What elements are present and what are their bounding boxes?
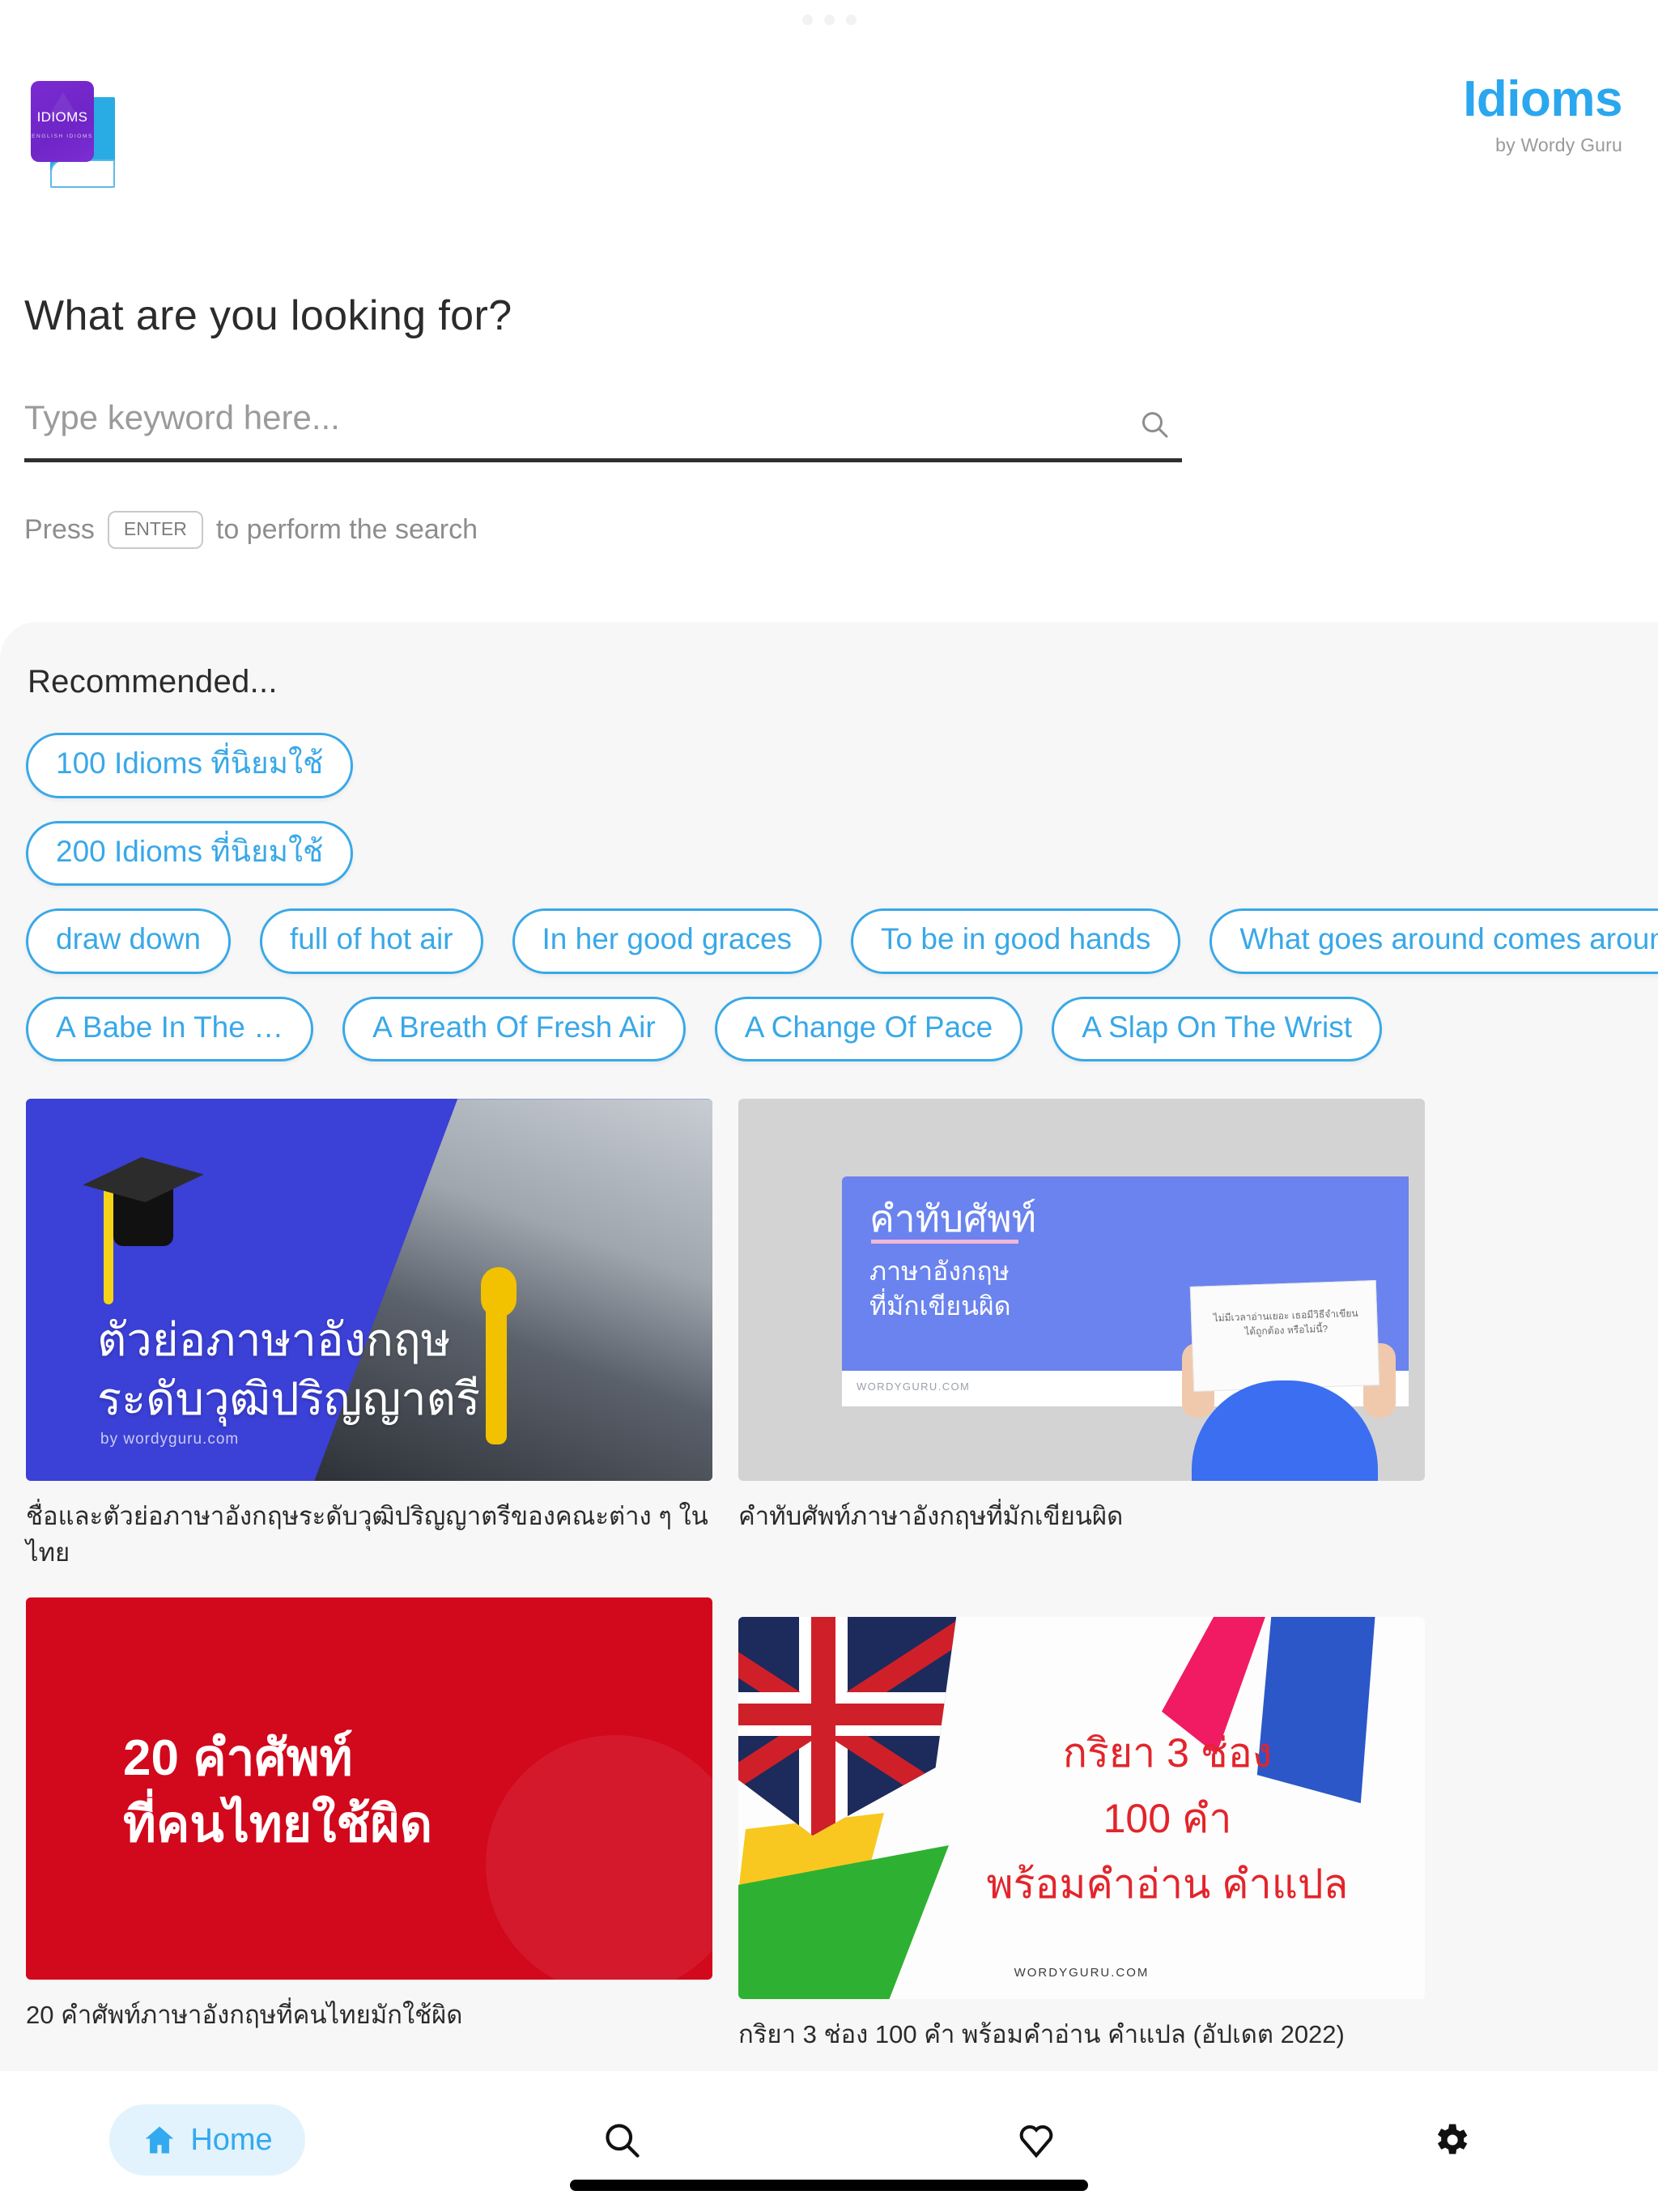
nav-item-search[interactable]	[414, 2097, 829, 2183]
recommended-chip[interactable]: draw down	[26, 908, 231, 974]
app-root: IDIOMS ENGLISH IDIOMS Idioms by Wordy Gu…	[0, 0, 1658, 2212]
article-card[interactable]: ตัวย่อภาษาอังกฤษ ระดับวุฒิปริญญาตรี by w…	[26, 1099, 712, 1572]
article-card[interactable]: กริยา 3 ช่อง 100 คำ พร้อมคำอ่าน คำแปล WO…	[738, 1617, 1425, 2053]
card-thumbnail: ตัวย่อภาษาอังกฤษ ระดับวุฒิปริญญาตรี by w…	[26, 1099, 712, 1482]
recommended-chip[interactable]: To be in good hands	[851, 908, 1181, 974]
card-caption: ชื่อและตัวย่อภาษาอังกฤษระดับวุฒิปริญญาตร…	[26, 1502, 708, 1568]
chip-row: A Babe In The … A Breath Of Fresh Air A …	[0, 996, 1658, 1062]
uk-flag-icon	[738, 1617, 957, 1836]
home-icon	[142, 2122, 177, 2158]
recommended-chip[interactable]: A Breath Of Fresh Air	[342, 996, 686, 1062]
underline-accent	[871, 1240, 1018, 1244]
chip-row: 100 Idioms ที่นิยมใช้	[0, 733, 1658, 798]
recommended-chip[interactable]: A Slap On The Wrist	[1052, 996, 1383, 1062]
nav-item-home[interactable]: Home	[0, 2097, 414, 2183]
search-heading: What are you looking for?	[24, 292, 512, 339]
bottom-navigation-bar: Home	[0, 2071, 1658, 2212]
card-thumbnail: คำทับศัพท์ ภาษาอังกฤษ ที่มักเขียนผิด WOR…	[738, 1099, 1425, 1482]
brand-subtitle: by Wordy Guru	[1495, 134, 1622, 155]
search-icon	[601, 2119, 643, 2161]
recommended-chip[interactable]: In her good graces	[512, 908, 823, 974]
recommended-chip[interactable]: A Babe In The …	[26, 996, 314, 1062]
flag-field	[738, 1617, 957, 1836]
thumbnail-watermark: by wordyguru.com	[100, 1431, 240, 1448]
held-sign-shape: ไม่มีเวลาอ่านเยอะ เธอมีวิธีจำเขียนได้ถูก…	[1189, 1280, 1380, 1393]
chip-row: draw down full of hot air In her good gr…	[0, 908, 1658, 974]
recommended-chip[interactable]: What goes around comes around	[1209, 908, 1658, 974]
recommended-chip[interactable]: 200 Idioms ที่นิยมใช้	[26, 820, 354, 887]
thumbnail-line-1: ตัวย่อภาษาอังกฤษ	[97, 1314, 451, 1366]
thumbnail-text: ตัวย่อภาษาอังกฤษ ระดับวุฒิปริญญาตรี	[97, 1311, 480, 1429]
graduation-cap-icon	[81, 1152, 206, 1208]
heart-icon	[1014, 2118, 1058, 2162]
nav-item-settings[interactable]	[1244, 2097, 1658, 2183]
card-caption: 20 คำศัพท์ภาษาอังกฤษที่คนไทยมักใช้ผิด	[26, 2001, 463, 2030]
nav-home-pill[interactable]: Home	[109, 2104, 305, 2176]
logo-title: IDIOMS	[36, 108, 88, 125]
search-icon[interactable]	[1138, 408, 1171, 440]
recommended-chip[interactable]: full of hot air	[259, 908, 483, 974]
flag-cross-vertical	[811, 1617, 835, 1836]
logo-card-shape: IDIOMS ENGLISH IDIOMS	[31, 81, 94, 162]
app-logo[interactable]: IDIOMS ENGLISH IDIOMS	[31, 81, 126, 194]
recommended-panel: Recommended... 100 Idioms ที่นิยมใช้ 200…	[0, 622, 1658, 2071]
thumbnail-text: 20 คำศัพท์ ที่คนไทยใช้ผิด	[123, 1725, 432, 1858]
nav-home-label: Home	[190, 2122, 273, 2157]
tassel-shape	[485, 1274, 507, 1445]
thumbnail-line-2-3: ภาษาอังกฤษ ที่มักเขียนผิด	[869, 1254, 1011, 1324]
logo-subtitle: ENGLISH IDIOMS	[32, 133, 93, 139]
home-indicator	[570, 2180, 1088, 2191]
chip-row: 200 Idioms ที่นิยมใช้	[0, 820, 1658, 887]
thumbnail-line-1: กริยา 3 ช่อง	[1062, 1730, 1273, 1776]
logo-book-page-shape	[50, 160, 115, 188]
thumbnail-line-1: 20 คำศัพท์	[123, 1730, 353, 1787]
search-field-row	[24, 398, 1182, 462]
page-title: Idioms	[1463, 71, 1622, 127]
search-input[interactable]	[24, 398, 1061, 437]
search-hint-suffix: to perform the search	[215, 514, 478, 545]
thumbnail-line-2: ระดับวุฒิปริญญาตรี	[97, 1372, 481, 1424]
thumbnail-line-2: ที่คนไทยใช้ผิด	[123, 1796, 433, 1853]
article-card[interactable]: คำทับศัพท์ ภาษาอังกฤษ ที่มักเขียนผิด WOR…	[738, 1099, 1425, 1572]
article-card[interactable]: 20 คำศัพท์ ที่คนไทยใช้ผิด 20 คำศัพท์ภาษา…	[26, 1597, 712, 2053]
brand-block: Idioms by Wordy Guru	[1463, 74, 1622, 156]
card-caption: คำทับศัพท์ภาษาอังกฤษที่มักเขียนผิด	[738, 1502, 1124, 1531]
gear-icon	[1430, 2119, 1472, 2161]
thumbnail-watermark: WORDYGURU.COM	[857, 1380, 971, 1393]
card-caption: กริยา 3 ช่อง 100 คำ พร้อมคำอ่าน คำแปล (อ…	[738, 2020, 1345, 2049]
flag-cross-horizontal	[738, 1703, 957, 1725]
nav-item-favorites[interactable]	[829, 2097, 1244, 2183]
recommended-title: Recommended...	[28, 664, 278, 700]
sign-text: ไม่มีเวลาอ่านเยอะ เธอมีวิธีจำเขียนได้ถูก…	[1213, 1308, 1358, 1338]
thumbnail-line-2: ภาษาอังกฤษ	[869, 1257, 1010, 1287]
recommended-chip-rows: 100 Idioms ที่นิยมใช้ 200 Idioms ที่นิยม…	[0, 733, 1658, 1062]
thumbnail-line-2: 100 คำ	[1103, 1796, 1232, 1842]
search-section: What are you looking for? Press ENTER to…	[24, 291, 1239, 549]
thumbnail-line-3: พร้อมคำอ่าน คำแปล	[986, 1861, 1349, 1908]
thumbnail-text: กริยา 3 ช่อง 100 คำ พร้อมคำอ่าน คำแปล	[941, 1721, 1394, 1917]
app-header: IDIOMS ENGLISH IDIOMS Idioms by Wordy Gu…	[0, 0, 1658, 243]
search-hint-prefix: Press	[24, 514, 95, 545]
enter-key-badge: ENTER	[107, 511, 203, 549]
thumbnail-line-3: ที่มักเขียนผิด	[869, 1291, 1011, 1321]
search-hint: Press ENTER to perform the search	[24, 511, 1239, 549]
cap-cord-shape	[104, 1183, 113, 1305]
thumbnail-watermark: WORDYGURU.COM	[1014, 1966, 1150, 1980]
recommended-chip[interactable]: 100 Idioms ที่นิยมใช้	[26, 733, 354, 798]
card-thumbnail: 20 คำศัพท์ ที่คนไทยใช้ผิด	[26, 1597, 712, 1980]
recommended-chip[interactable]: A Change Of Pace	[714, 996, 1023, 1062]
card-thumbnail: กริยา 3 ช่อง 100 คำ พร้อมคำอ่าน คำแปล WO…	[738, 1617, 1425, 2000]
glow-shape	[486, 1735, 712, 1980]
article-card-grid: ตัวย่อภาษาอังกฤษ ระดับวุฒิปริญญาตรี by w…	[0, 1099, 1658, 2071]
